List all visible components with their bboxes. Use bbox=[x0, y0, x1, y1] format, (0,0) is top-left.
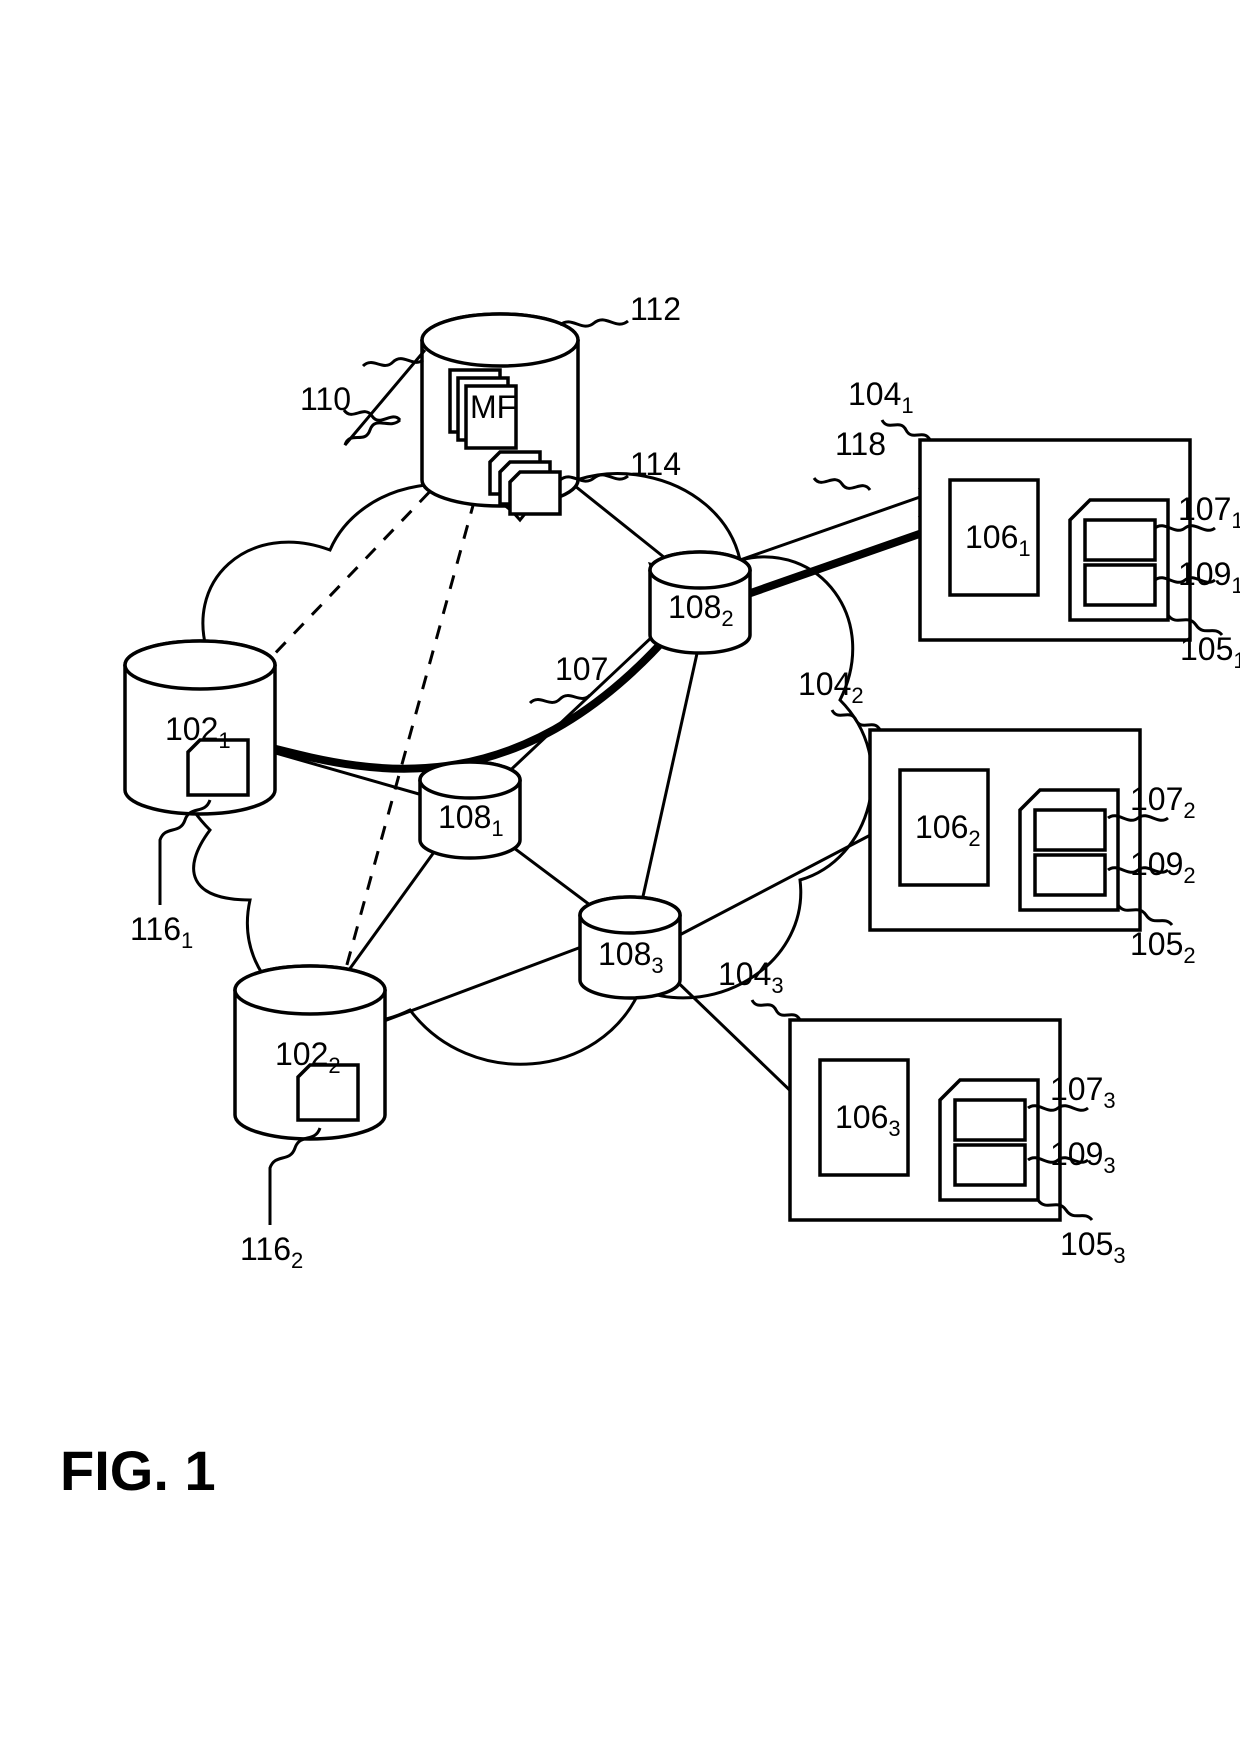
svg-text:1043: 1043 bbox=[718, 956, 784, 998]
client-104-3 bbox=[790, 1020, 1060, 1220]
figure-1: MF bbox=[0, 0, 1240, 1520]
mf-label: MF bbox=[470, 389, 516, 425]
server-110: MF bbox=[422, 314, 578, 514]
svg-text:1051: 1051 bbox=[1180, 631, 1240, 673]
svg-text:1041: 1041 bbox=[848, 376, 914, 418]
pages-icon bbox=[490, 452, 560, 514]
svg-text:1161: 1161 bbox=[130, 911, 193, 953]
svg-text:1093: 1093 bbox=[1050, 1136, 1116, 1178]
svg-text:1042: 1042 bbox=[798, 666, 864, 708]
svg-text:112: 112 bbox=[630, 291, 681, 327]
svg-text:1162: 1162 bbox=[240, 1231, 303, 1273]
svg-text:118: 118 bbox=[835, 426, 886, 462]
client-104-2 bbox=[870, 730, 1140, 930]
figure-label: FIG. 1 bbox=[60, 1439, 216, 1502]
svg-text:114: 114 bbox=[630, 446, 681, 482]
svg-text:1092: 1092 bbox=[1130, 846, 1196, 888]
svg-text:1053: 1053 bbox=[1060, 1226, 1126, 1268]
client-104-1 bbox=[920, 440, 1190, 640]
svg-text:107: 107 bbox=[555, 651, 608, 687]
svg-text:1091: 1091 bbox=[1178, 556, 1240, 598]
svg-text:1073: 1073 bbox=[1050, 1071, 1116, 1113]
svg-text:1072: 1072 bbox=[1130, 781, 1196, 823]
mf-docs-icon: MF bbox=[450, 370, 516, 448]
svg-text:1052: 1052 bbox=[1130, 926, 1196, 968]
svg-text:110: 110 bbox=[300, 381, 351, 417]
svg-text:1071: 1071 bbox=[1178, 491, 1240, 533]
